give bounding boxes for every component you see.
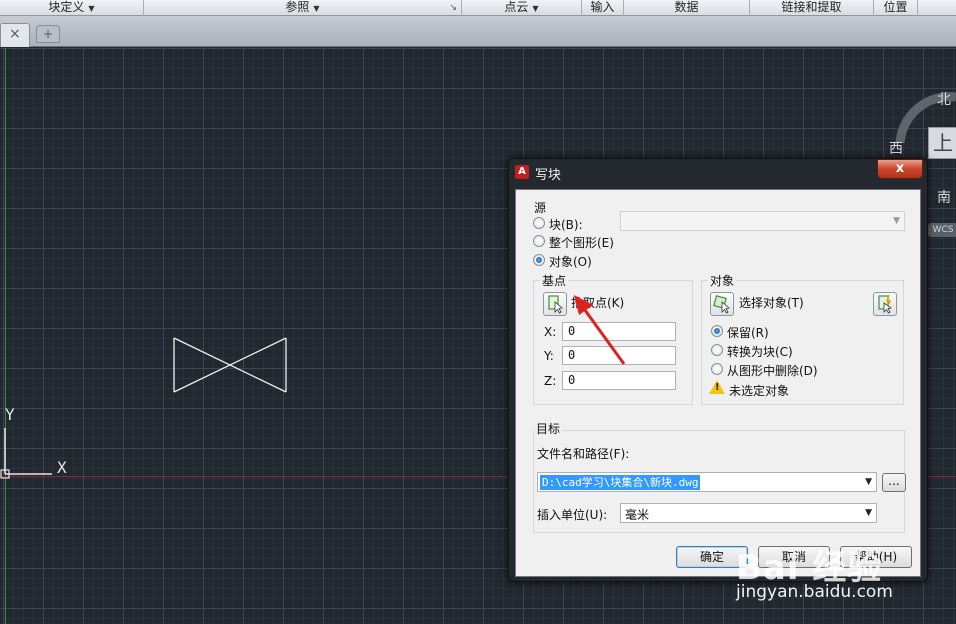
convert-to-block-radio[interactable] [711,344,723,356]
document-tab-strip: × + [0,16,956,47]
source-block-label: 块(B): [549,218,583,232]
browse-button[interactable]: ... [882,473,906,492]
y-axis-line [5,48,6,624]
ribbon-panel-point-cloud[interactable]: 点云 ▼ [462,0,582,16]
viewcube-north[interactable]: 北 [937,89,951,109]
select-objects-button[interactable] [710,292,734,316]
dialog-body: 源 块(B): ▼ 整个图形(E) 对象(O) 基点 拾取点(K) X: 0 Y… [515,189,921,577]
new-tab-button[interactable]: + [36,25,60,43]
annotation-arrow [574,295,626,365]
viewcube-top-face[interactable]: 上 [928,127,956,159]
ribbon-panel-location[interactable]: 位置 [874,0,918,16]
dialog-titlebar[interactable]: A 写块 [509,159,927,185]
ucs-icon: Y X [0,400,80,485]
chevron-down-icon[interactable]: ▼ [865,508,872,518]
chevron-down-icon: ▼ [893,216,900,226]
no-objects-selected-text: 未选定对象 [729,384,790,398]
source-objects-label: 对象(O) [549,255,592,269]
retain-radio[interactable] [711,325,723,337]
select-objects-label: 选择对象(T) [739,296,804,310]
source-section-label: 源 [534,201,547,215]
quick-select-icon [878,294,893,314]
file-path-label: 文件名和路径(F): [537,447,630,461]
dialog-close-button[interactable]: x [877,159,923,179]
ribbon-panel-bar: 块定义 ▼ 参照 ▼ ↘ 点云 ▼ 输入 数据 链接和提取 位置 [0,0,956,16]
quick-select-button[interactable] [873,292,897,316]
destination-label: 目标 [534,420,563,437]
chevron-down-icon: ▼ [88,4,95,13]
chevron-down-icon: ▼ [532,4,539,13]
chevron-down-icon: ▼ [313,4,320,13]
watermark-url: jingyan.baidu.com [736,582,893,602]
autocad-logo-icon: A [515,165,529,179]
insert-units-label: 插入单位(U): [537,508,608,522]
retain-label: 保留(R) [727,326,769,340]
ucs-y-label: Y [5,405,15,424]
insert-units-value: 毫米 [625,508,650,522]
ucs-x-label: X [57,458,67,477]
viewcube-south[interactable]: 南 [937,187,951,207]
ribbon-panel-block-definition[interactable]: 块定义 ▼ [0,0,144,16]
ribbon-panel-reference[interactable]: 参照 ▼ ↘ [144,0,462,16]
document-tab[interactable]: × [0,23,30,47]
convert-to-block-label: 转换为块(C) [727,345,793,359]
close-icon[interactable]: × [9,26,21,42]
delete-from-drawing-label: 从图形中删除(D) [727,364,818,378]
chevron-down-icon[interactable]: ▼ [865,477,872,487]
ribbon-panel-link-extract[interactable]: 链接和提取 [750,0,874,16]
source-block-radio[interactable] [533,217,545,229]
bowtie-drawing-object[interactable] [172,336,290,396]
warning-icon: ! [709,380,725,394]
source-objects-radio[interactable] [533,254,545,266]
source-entire-drawing-label: 整个图形(E) [549,236,614,250]
panel-launcher-icon[interactable]: ↘ [449,1,457,16]
block-name-combo: ▼ [620,211,905,231]
wcs-menu[interactable]: WCS [928,223,956,237]
file-path-value[interactable]: D:\cad学习\块集合\新块.dwg [540,475,701,490]
baidu-jingyan-watermark: Bai 经验 jingyan.baidu.com [730,520,956,624]
file-path-combo[interactable]: D:\cad学习\块集合\新块.dwg ▼ [537,472,877,492]
objects-label: 对象 [708,272,737,289]
source-entire-drawing-radio[interactable] [533,235,545,247]
delete-from-drawing-radio[interactable] [711,363,723,375]
ribbon-panel-import[interactable]: 输入 [582,0,624,16]
dialog-title: 写块 [535,168,562,183]
select-objects-icon [713,295,730,314]
viewcube-west[interactable]: 西 [889,138,903,158]
ribbon-panel-data[interactable]: 数据 [624,0,750,16]
